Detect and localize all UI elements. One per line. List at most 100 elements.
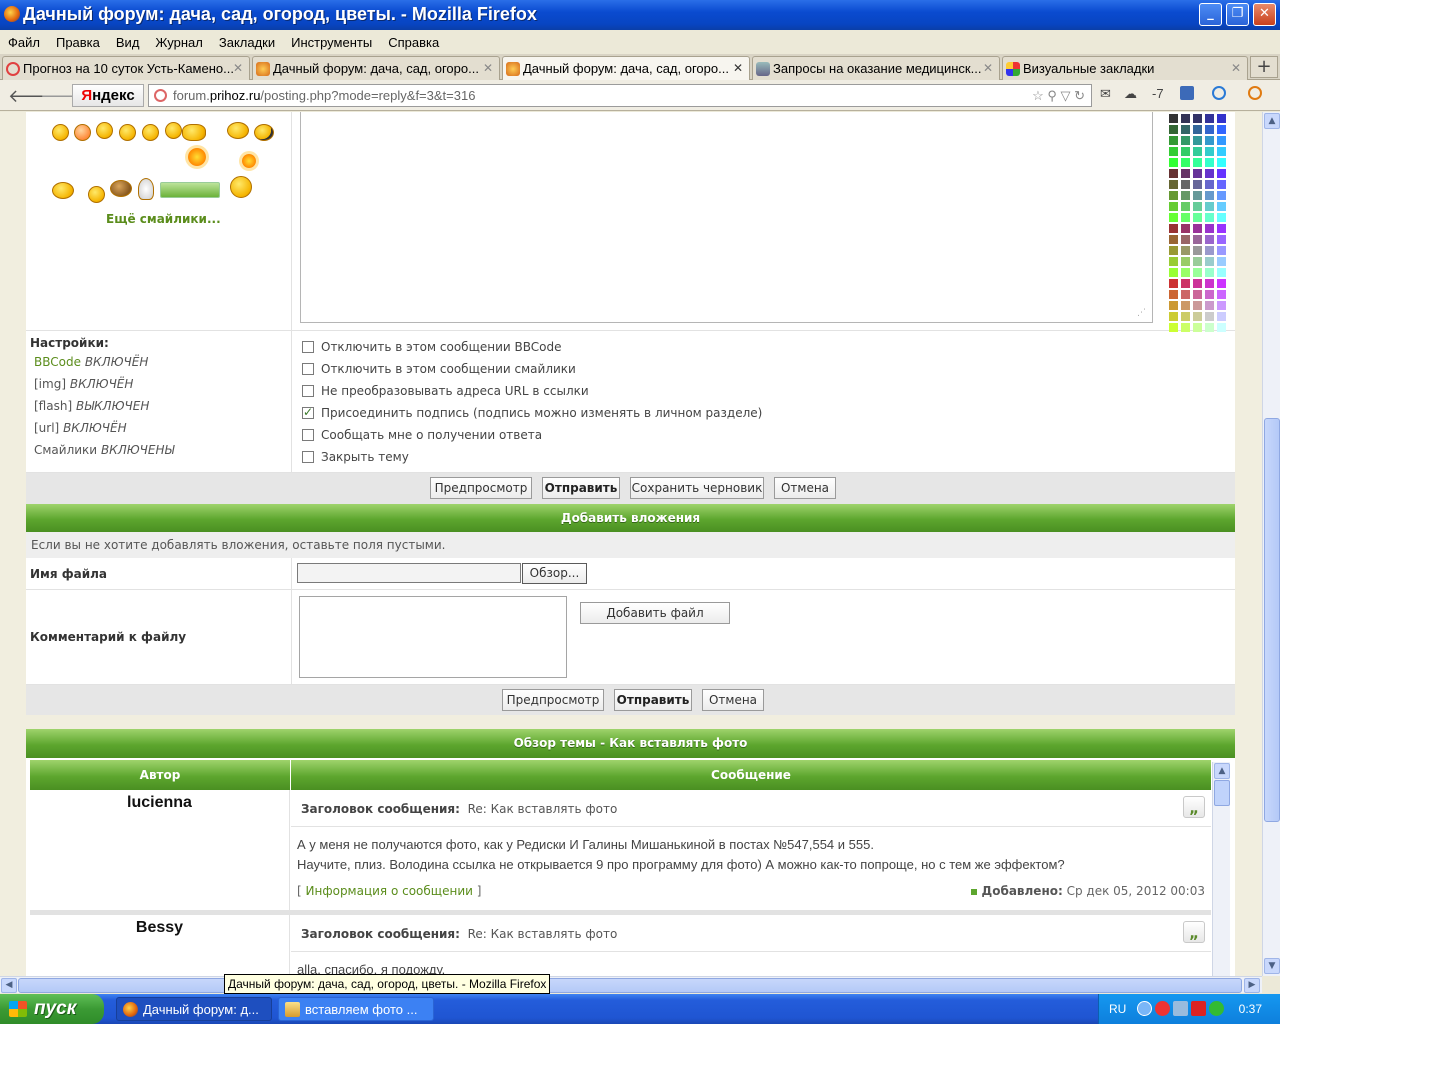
message-textarea[interactable]: ⋰ <box>300 112 1153 323</box>
color-swatch[interactable] <box>1217 136 1226 145</box>
cancel-button[interactable]: Отмена <box>774 477 836 499</box>
option-notify-reply[interactable]: Сообщать мне о получении ответа <box>302 428 542 442</box>
option-disable-smileys[interactable]: Отключить в этом сообщении смайлики <box>302 362 576 376</box>
color-swatch[interactable] <box>1181 224 1190 233</box>
color-swatch[interactable] <box>1193 180 1202 189</box>
color-swatch[interactable] <box>1217 290 1226 299</box>
tab-visual-bookmarks[interactable]: Визуальные закладки ✕ <box>1002 56 1248 80</box>
yandex-button[interactable]: Яндекс <box>72 84 144 107</box>
color-swatch[interactable] <box>1205 279 1214 288</box>
color-swatch[interactable] <box>1169 301 1178 310</box>
file-comment-textarea[interactable] <box>299 596 567 678</box>
color-swatch[interactable] <box>1205 180 1214 189</box>
window-titlebar[interactable]: Дачный форум: дача, сад, огород, цветы. … <box>0 0 1280 30</box>
color-swatch[interactable] <box>1181 246 1190 255</box>
new-tab-button[interactable]: + <box>1250 56 1278 78</box>
color-swatch[interactable] <box>1169 235 1178 244</box>
color-swatch[interactable] <box>1217 235 1226 244</box>
tab-medical[interactable]: Запросы на оказание медицинск... ✕ <box>752 56 1000 80</box>
tab-close-icon[interactable]: ✕ <box>733 61 743 75</box>
color-swatch[interactable] <box>1169 213 1178 222</box>
color-swatch[interactable] <box>1181 114 1190 123</box>
color-swatch[interactable] <box>1193 136 1202 145</box>
smiley-icon[interactable] <box>52 182 74 199</box>
color-swatch[interactable] <box>1205 136 1214 145</box>
color-swatch[interactable] <box>1181 147 1190 156</box>
tab-close-icon[interactable]: ✕ <box>983 61 993 75</box>
address-bar[interactable]: forum.prihoz.ru/posting.php?mode=reply&f… <box>148 84 1092 107</box>
bar-addon-icon[interactable] <box>1180 86 1194 100</box>
antivirus-icon[interactable] <box>1155 1001 1170 1017</box>
color-swatch[interactable] <box>1169 180 1178 189</box>
color-swatch[interactable] <box>1193 169 1202 178</box>
option-disable-urls[interactable]: Не преобразовывать адреса URL в ссылки <box>302 384 589 398</box>
menu-help[interactable]: Справка <box>388 35 439 50</box>
network-icon[interactable] <box>1173 1001 1188 1017</box>
color-swatch[interactable] <box>1205 169 1214 178</box>
color-swatch[interactable] <box>1193 202 1202 211</box>
option-lock-topic[interactable]: Закрыть тему <box>302 450 409 464</box>
color-swatch[interactable] <box>1169 136 1178 145</box>
color-swatch[interactable] <box>1193 268 1202 277</box>
color-swatch[interactable] <box>1169 312 1178 321</box>
color-swatch[interactable] <box>1181 191 1190 200</box>
scroll-up-icon[interactable]: ▲ <box>1214 763 1230 779</box>
color-swatch[interactable] <box>1181 158 1190 167</box>
color-swatch[interactable] <box>1217 246 1226 255</box>
color-swatch[interactable] <box>1205 125 1214 134</box>
checkbox[interactable] <box>302 363 314 375</box>
color-swatch[interactable] <box>1193 279 1202 288</box>
color-swatch[interactable] <box>1205 268 1214 277</box>
color-swatch[interactable] <box>1193 290 1202 299</box>
smiley-icon[interactable] <box>88 186 105 203</box>
color-swatch[interactable] <box>1193 213 1202 222</box>
smiley-book-icon[interactable] <box>110 180 132 197</box>
tab-close-icon[interactable]: ✕ <box>483 61 493 75</box>
color-swatch[interactable] <box>1181 290 1190 299</box>
color-swatch[interactable] <box>1205 312 1214 321</box>
lightbulb-icon[interactable] <box>138 178 154 200</box>
cancel-button[interactable]: Отмена <box>702 689 764 711</box>
color-swatch[interactable] <box>1193 246 1202 255</box>
weather-temperature[interactable]: -7 <box>1152 86 1164 101</box>
checkbox[interactable] <box>302 451 314 463</box>
color-swatch[interactable] <box>1169 246 1178 255</box>
color-swatch[interactable] <box>1181 136 1190 145</box>
color-swatch[interactable] <box>1217 125 1226 134</box>
color-swatch[interactable] <box>1205 158 1214 167</box>
color-swatch[interactable] <box>1169 268 1178 277</box>
color-swatch[interactable] <box>1217 147 1226 156</box>
color-swatch[interactable] <box>1169 158 1178 167</box>
scroll-down-icon[interactable]: ▼ <box>1264 958 1280 974</box>
color-swatch[interactable] <box>1217 301 1226 310</box>
page-horizontal-scrollbar[interactable]: ◀ ▶ <box>0 976 1262 993</box>
checkbox[interactable] <box>302 429 314 441</box>
color-swatch[interactable] <box>1217 169 1226 178</box>
weather-cloud-icon[interactable]: ☁ <box>1124 86 1137 102</box>
color-swatch[interactable] <box>1169 257 1178 266</box>
color-swatch[interactable] <box>1181 180 1190 189</box>
color-swatch[interactable] <box>1217 312 1226 321</box>
scroll-left-icon[interactable]: ◀ <box>1 978 17 993</box>
color-swatch[interactable] <box>1169 224 1178 233</box>
color-swatch[interactable] <box>1205 114 1214 123</box>
color-palette[interactable] <box>1169 114 1229 332</box>
color-swatch[interactable] <box>1193 235 1202 244</box>
site-identity-icon[interactable] <box>154 89 167 102</box>
tab-forum-1[interactable]: Дачный форум: дача, сад, огоро... ✕ <box>252 56 500 80</box>
minimize-button[interactable]: _ <box>1199 3 1222 26</box>
scrollbar-thumb[interactable] <box>1214 780 1230 806</box>
color-swatch[interactable] <box>1217 202 1226 211</box>
color-swatch[interactable] <box>1205 301 1214 310</box>
color-swatch[interactable] <box>1169 125 1178 134</box>
color-swatch[interactable] <box>1193 191 1202 200</box>
sync-icon[interactable] <box>1212 86 1226 100</box>
color-swatch[interactable] <box>1205 257 1214 266</box>
color-swatch[interactable] <box>1205 290 1214 299</box>
smiley-icon[interactable] <box>227 122 249 139</box>
tab-close-icon[interactable]: ✕ <box>1231 61 1241 75</box>
scroll-up-icon[interactable]: ▲ <box>1264 113 1280 129</box>
color-swatch[interactable] <box>1181 257 1190 266</box>
color-swatch[interactable] <box>1169 191 1178 200</box>
color-swatch[interactable] <box>1193 158 1202 167</box>
